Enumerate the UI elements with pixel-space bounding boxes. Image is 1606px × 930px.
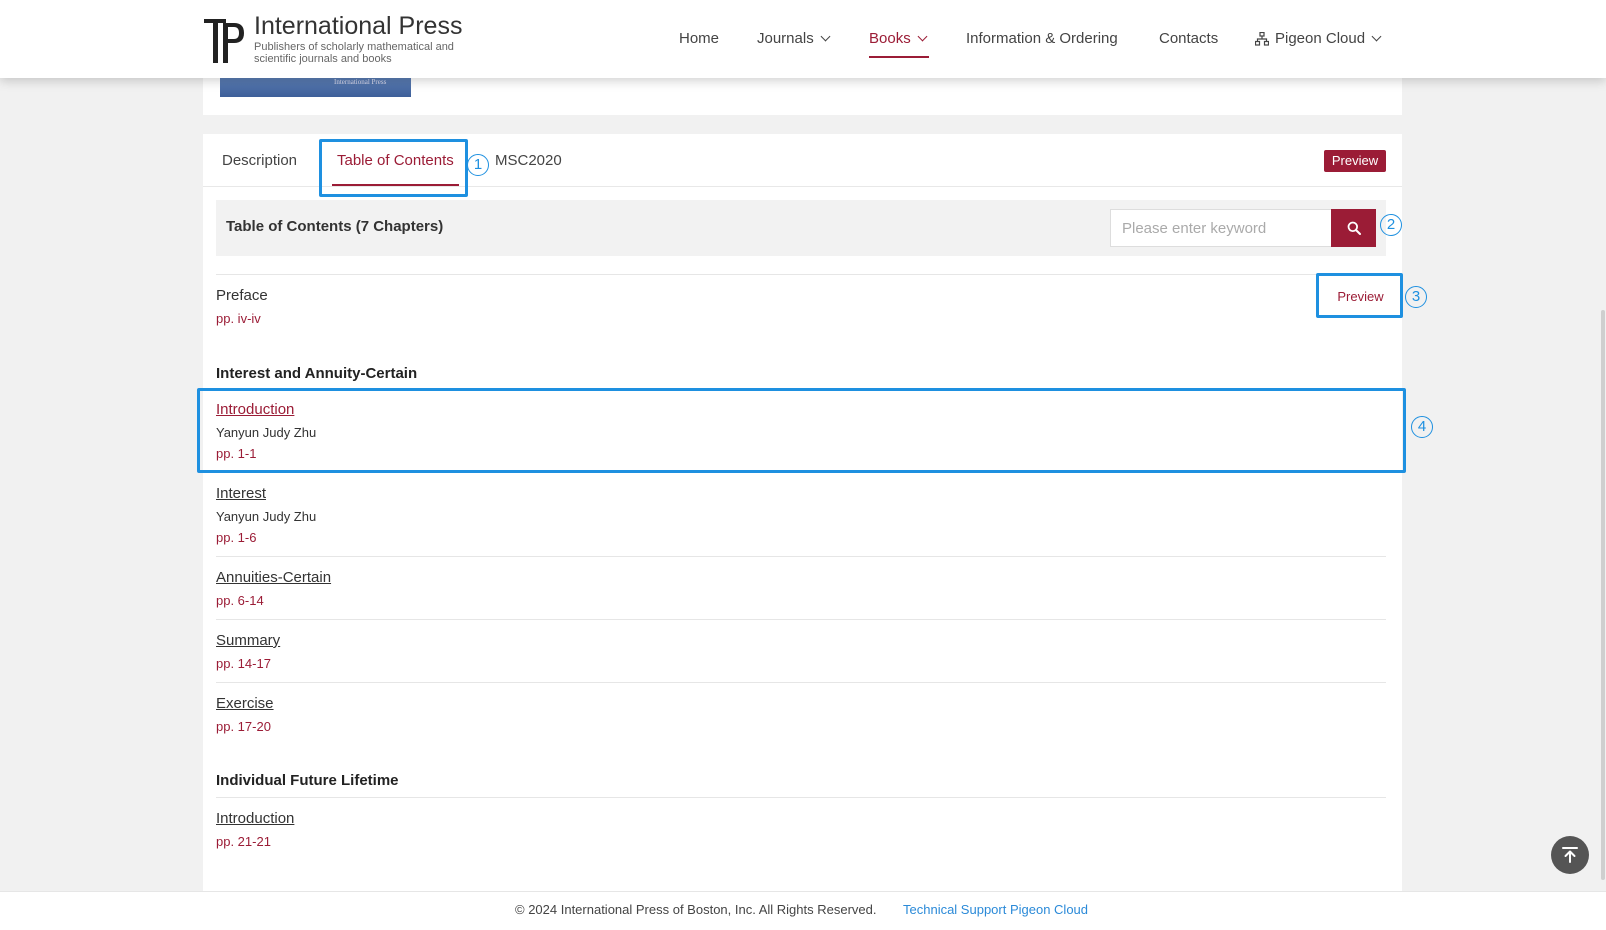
nav-information-ordering[interactable]: Information & Ordering — [966, 30, 1118, 47]
divider — [216, 619, 1386, 620]
nav-home[interactable]: Home — [679, 30, 719, 47]
chapter-title[interactable]: Introduction — [216, 401, 294, 418]
search-icon — [1347, 221, 1361, 235]
chapter-link-interest[interactable]: Interest — [216, 485, 266, 502]
chapter-title[interactable]: Exercise — [216, 695, 274, 712]
preface-title: Preface — [216, 287, 268, 304]
chapter-link-summary[interactable]: Summary — [216, 632, 280, 649]
tab-active-indicator — [332, 184, 459, 186]
chapter-link-introduction[interactable]: Introduction — [216, 401, 294, 418]
annotation-number: 1 — [467, 154, 489, 176]
preview-button[interactable]: Preview — [1324, 150, 1386, 172]
nav-journals[interactable]: Journals — [757, 30, 831, 47]
section-heading: Interest and Annuity-Certain — [216, 365, 418, 382]
chapter-title[interactable]: Summary — [216, 632, 280, 649]
preface-preview-button[interactable]: Preview — [1319, 275, 1402, 317]
chapter-title[interactable]: Introduction — [216, 810, 294, 827]
chapter-link-exercise[interactable]: Exercise — [216, 695, 274, 712]
sitemap-icon — [1255, 31, 1269, 46]
chapter-link-introduction[interactable]: Introduction — [216, 810, 294, 827]
chapter-pages: pp. 1-6 — [216, 530, 257, 545]
nav-contacts[interactable]: Contacts — [1159, 30, 1218, 47]
site-header: International Press Publishers of schola… — [0, 0, 1606, 78]
nav-pigeon-cloud[interactable]: Pigeon Cloud — [1255, 30, 1382, 47]
nav-books-label: Books — [869, 30, 911, 47]
keyword-search-input[interactable] — [1110, 209, 1332, 247]
brand-subtitle: Publishers of scholarly mathematical and… — [254, 41, 454, 65]
tab-msc2020[interactable]: MSC2020 — [495, 152, 562, 169]
arrow-up-icon — [1562, 847, 1578, 863]
ip-logo-icon[interactable] — [204, 17, 246, 65]
chapter-pages: pp. 17-20 — [216, 719, 271, 734]
chapter-author: Yanyun Judy Zhu — [216, 509, 317, 524]
tab-description[interactable]: Description — [222, 152, 297, 169]
nav-books[interactable]: Books — [869, 30, 928, 47]
divider — [216, 797, 1386, 798]
page-scrollbar[interactable] — [1601, 310, 1605, 880]
chevron-down-icon — [917, 31, 928, 42]
divider — [216, 274, 1386, 275]
divider — [216, 682, 1386, 683]
nav-pigeon-label: Pigeon Cloud — [1275, 30, 1366, 47]
chapter-pages: pp. 21-21 — [216, 834, 271, 849]
chapter-pages: pp. 1-1 — [216, 446, 257, 461]
preface-pages: pp. iv-iv — [216, 311, 261, 326]
nav-contacts-label: Contacts — [1159, 30, 1219, 47]
nav-active-indicator — [869, 56, 929, 58]
annotation-number: 4 — [1411, 416, 1433, 438]
footer-copyright: © 2024 International Press of Boston, In… — [515, 902, 877, 917]
brand-title[interactable]: International Press — [254, 12, 462, 41]
chevron-down-icon — [1371, 31, 1382, 42]
footer-support-link[interactable]: Technical Support Pigeon Cloud — [903, 902, 1088, 917]
toc-title: Table of Contents (7 Chapters) — [226, 218, 444, 235]
chapter-pages: pp. 6-14 — [216, 593, 264, 608]
book-cover-text: International Press — [334, 78, 387, 86]
chapter-link-annuities-certain[interactable]: Annuities-Certain — [216, 569, 331, 586]
nav-journals-label: Journals — [757, 30, 814, 47]
chapter-author: Yanyun Judy Zhu — [216, 425, 317, 440]
annotation-number: 2 — [1380, 214, 1402, 236]
tab-table-of-contents[interactable]: Table of Contents — [337, 152, 454, 169]
nav-info-label: Information & Ordering — [966, 30, 1118, 47]
chapter-title[interactable]: Interest — [216, 485, 266, 502]
section-heading: Individual Future Lifetime — [216, 772, 399, 789]
chapter-title[interactable]: Annuities-Certain — [216, 569, 331, 586]
chapter-pages: pp. 14-17 — [216, 656, 271, 671]
divider — [216, 556, 1386, 557]
nav-home-label: Home — [679, 30, 720, 47]
chevron-down-icon — [820, 31, 831, 42]
search-button[interactable] — [1331, 209, 1376, 247]
annotation-number: 3 — [1405, 286, 1427, 308]
back-to-top-button[interactable] — [1551, 836, 1589, 874]
